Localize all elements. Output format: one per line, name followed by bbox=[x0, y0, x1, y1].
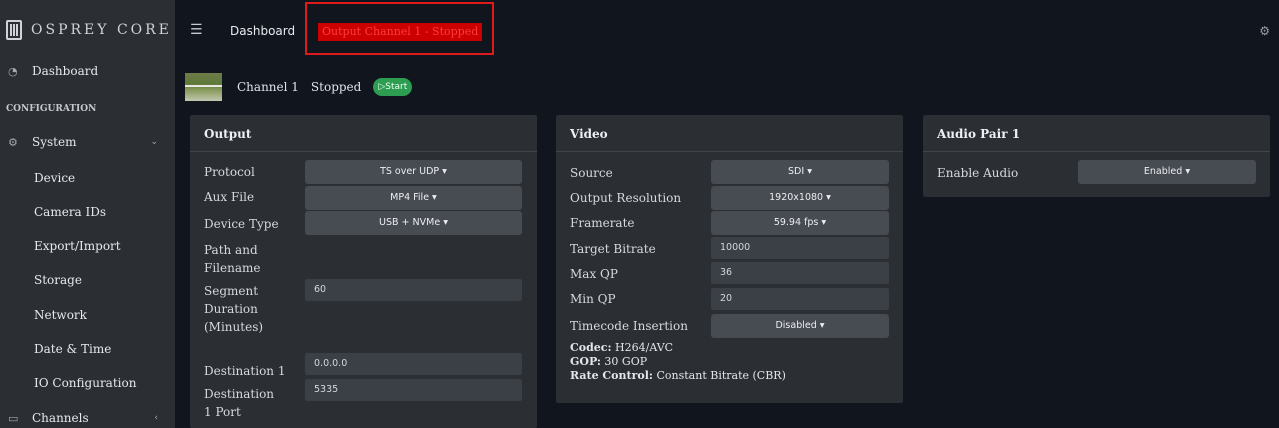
source-label: Source bbox=[570, 166, 613, 180]
sidebar-item-label: System bbox=[32, 135, 77, 149]
destination-label: Destination 1 bbox=[204, 364, 286, 378]
rate-control-key: Rate Control: bbox=[570, 369, 653, 382]
min-qp-label: Min QP bbox=[570, 292, 616, 306]
sidebar-section-header: CONFIGURATION bbox=[6, 104, 97, 114]
gop-key: GOP: bbox=[570, 355, 601, 368]
gop-info: GOP: 30 GOP bbox=[570, 355, 647, 368]
destination-input[interactable]: 0.0.0.0 bbox=[305, 353, 522, 375]
sidebar-item-storage[interactable]: Storage bbox=[34, 273, 82, 287]
timecode-insertion-label: Timecode Insertion bbox=[570, 319, 688, 333]
sidebar-item-system[interactable]: ⚙ System ⌄ bbox=[0, 132, 175, 152]
segment-duration-input[interactable]: 60 bbox=[305, 279, 522, 301]
start-button[interactable]: ▷Start bbox=[373, 78, 413, 96]
enable-audio-dropdown[interactable]: Enabled ▾ bbox=[1078, 160, 1256, 184]
max-qp-label: Max QP bbox=[570, 267, 618, 281]
highlight-box bbox=[305, 2, 494, 55]
protocol-dropdown[interactable]: TS over UDP ▾ bbox=[305, 160, 522, 184]
framerate-dropdown[interactable]: 59.94 fps ▾ bbox=[711, 211, 889, 235]
chevron-down-icon: ⌄ bbox=[150, 137, 158, 147]
target-bitrate-label: Target Bitrate bbox=[570, 242, 656, 256]
sidebar-item-label: Channels bbox=[32, 411, 89, 425]
brand-logo[interactable]: OSPREY CORE bbox=[0, 0, 175, 60]
panel-title: Output bbox=[190, 115, 537, 152]
framerate-label: Framerate bbox=[570, 216, 635, 230]
destination-port-input[interactable]: 5335 bbox=[305, 379, 522, 401]
timecode-insertion-dropdown[interactable]: Disabled ▾ bbox=[711, 314, 889, 338]
sidebar-item-camera-ids[interactable]: Camera IDs bbox=[34, 205, 106, 219]
channel-thumbnail bbox=[185, 73, 222, 101]
settings-gear-icon[interactable]: ⚙ bbox=[1259, 24, 1270, 38]
codec-value: H264/AVC bbox=[611, 341, 674, 354]
device-type-label: Device Type bbox=[204, 217, 279, 231]
enable-audio-label: Enable Audio bbox=[937, 166, 1019, 180]
channels-icon: ▭ bbox=[8, 411, 19, 425]
channel-strip: Channel 1 Stopped ▷Start bbox=[185, 72, 429, 102]
device-type-dropdown[interactable]: USB + NVMe ▾ bbox=[305, 211, 522, 235]
max-qp-input[interactable]: 36 bbox=[711, 262, 889, 284]
codec-info: Codec: H264/AVC bbox=[570, 341, 673, 354]
sidebar-item-channels[interactable]: ▭ Channels ‹ bbox=[0, 408, 175, 428]
hamburger-icon[interactable]: ☰ bbox=[190, 22, 203, 38]
sidebar-item-device[interactable]: Device bbox=[34, 171, 75, 185]
sidebar-item-label: Dashboard bbox=[32, 64, 99, 78]
rate-control-value: Constant Bitrate (CBR) bbox=[652, 369, 786, 382]
breadcrumb[interactable]: Dashboard bbox=[230, 24, 295, 38]
codec-key: Codec: bbox=[570, 341, 612, 354]
osprey-logo-icon bbox=[6, 20, 22, 40]
output-resolution-dropdown[interactable]: 1920x1080 ▾ bbox=[711, 186, 889, 210]
sidebar-item-export-import[interactable]: Export/Import bbox=[34, 239, 121, 253]
video-panel: Video Source SDI ▾ Output Resolution 192… bbox=[556, 115, 903, 403]
min-qp-input[interactable]: 20 bbox=[711, 288, 889, 310]
sidebar-item-dashboard[interactable]: ◔ Dashboard bbox=[0, 61, 175, 81]
panel-title: Audio Pair 1 bbox=[923, 115, 1270, 152]
panel-title: Video bbox=[556, 115, 903, 152]
source-dropdown[interactable]: SDI ▾ bbox=[711, 160, 889, 184]
protocol-label: Protocol bbox=[204, 165, 255, 179]
brand-name: OSPREY CORE bbox=[31, 22, 172, 38]
gop-value: 30 GOP bbox=[600, 355, 648, 368]
aux-file-dropdown[interactable]: MP4 File ▾ bbox=[305, 186, 522, 210]
channel-state: Stopped bbox=[310, 80, 362, 94]
aux-file-label: Aux File bbox=[204, 190, 255, 204]
output-panel: Output Protocol TS over UDP ▾ Aux File M… bbox=[190, 115, 537, 428]
sidebar: ◔ Dashboard CONFIGURATION ⚙ System ⌄ Dev… bbox=[0, 55, 175, 428]
chevron-left-icon: ‹ bbox=[154, 413, 158, 423]
sidebar-item-network[interactable]: Network bbox=[34, 308, 87, 322]
output-resolution-label: Output Resolution bbox=[570, 191, 682, 205]
top-bar: OSPREY CORE ☰ Dashboard Output Channel 1… bbox=[0, 0, 1279, 60]
dashboard-gauge-icon: ◔ bbox=[8, 64, 18, 78]
path-filename-label: Path and Filename bbox=[204, 243, 261, 275]
sidebar-item-date-time[interactable]: Date & Time bbox=[34, 342, 111, 356]
sidebar-item-io-configuration[interactable]: IO Configuration bbox=[34, 376, 136, 390]
cog-icon: ⚙ bbox=[8, 135, 18, 149]
destination-port-label: Destination 1 Port bbox=[204, 387, 275, 419]
target-bitrate-input[interactable]: 10000 bbox=[711, 237, 889, 259]
rate-control-info: Rate Control: Constant Bitrate (CBR) bbox=[570, 369, 786, 382]
channel-name: Channel 1 bbox=[237, 80, 299, 94]
audio-panel: Audio Pair 1 Enable Audio Enabled ▾ bbox=[923, 115, 1270, 197]
segment-duration-label: Segment Duration (Minutes) bbox=[204, 284, 264, 334]
